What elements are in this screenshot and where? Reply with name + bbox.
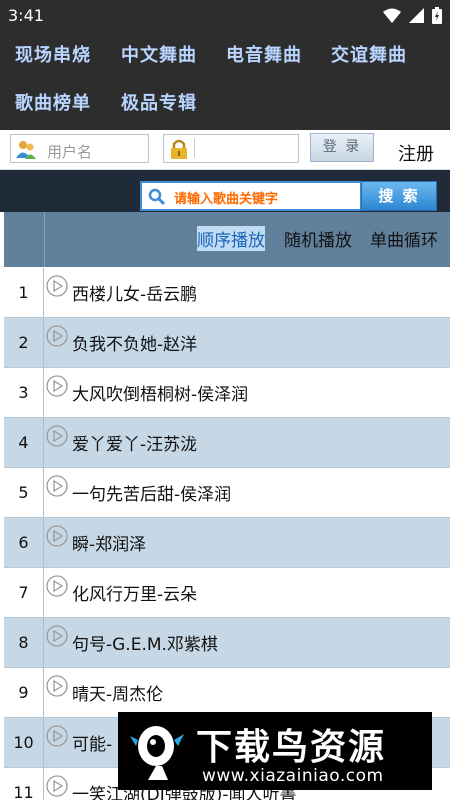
watermark: 下载鸟资源 www.xiazainiao.com xyxy=(118,712,432,790)
password-divider xyxy=(194,138,195,158)
song-row[interactable]: 5 一句先苦后甜-侯泽润 xyxy=(4,468,450,518)
play-icon[interactable] xyxy=(46,425,68,447)
song-title[interactable]: 一句先苦后甜-侯泽润 xyxy=(72,480,231,505)
category-nav: 现场串烧 中文舞曲 电音舞曲 交谊舞曲 歌曲榜单 极品专辑 xyxy=(0,32,450,130)
song-number: 7 xyxy=(4,568,44,618)
play-icon[interactable] xyxy=(46,375,68,397)
row-divider xyxy=(4,367,450,368)
row-divider xyxy=(4,467,450,468)
username-field[interactable]: 用户名 xyxy=(10,134,149,163)
song-title[interactable]: 爱丫爱丫-汪苏泷 xyxy=(72,430,197,455)
wifi-icon xyxy=(383,8,401,23)
login-button[interactable]: 登 录 xyxy=(310,133,374,162)
nav-item-edm-dance[interactable]: 电音舞曲 xyxy=(226,41,302,67)
song-title[interactable]: 化风行万里-云朵 xyxy=(72,580,197,605)
song-number: 9 xyxy=(4,668,44,718)
play-icon[interactable] xyxy=(46,575,68,597)
song-row[interactable]: 7 化风行万里-云朵 xyxy=(4,568,450,618)
nav-item-top-albums[interactable]: 极品专辑 xyxy=(121,89,197,115)
song-row[interactable]: 4 爱丫爱丫-汪苏泷 xyxy=(4,418,450,468)
row-divider xyxy=(4,417,450,418)
song-row[interactable]: 1 西楼儿女-岳云鹏 xyxy=(4,268,450,318)
signal-icon xyxy=(409,8,424,23)
play-icon[interactable] xyxy=(46,525,68,547)
song-row[interactable]: 2 负我不负她-赵洋 xyxy=(4,318,450,368)
battery-icon xyxy=(432,7,442,24)
song-title[interactable]: 可能- xyxy=(72,730,112,755)
song-title[interactable]: 瞬-郑润泽 xyxy=(72,530,146,555)
mode-sequential[interactable]: 顺序播放 xyxy=(197,226,265,251)
search-button[interactable]: 搜 索 xyxy=(361,181,437,211)
play-icon[interactable] xyxy=(46,725,68,747)
song-number: 5 xyxy=(4,468,44,518)
song-number: 1 xyxy=(4,268,44,318)
play-icon[interactable] xyxy=(46,275,68,297)
row-divider xyxy=(4,517,450,518)
song-row[interactable]: 8 句号-G.E.M.邓紫棋 xyxy=(4,618,450,668)
register-link[interactable]: 注册 xyxy=(398,140,434,166)
nav-item-song-charts[interactable]: 歌曲榜单 xyxy=(15,89,91,115)
song-number: 10 xyxy=(4,718,44,768)
row-divider xyxy=(4,667,450,668)
nav-item-ballroom-dance[interactable]: 交谊舞曲 xyxy=(331,41,407,67)
status-icons xyxy=(383,7,442,24)
mode-repeat-one[interactable]: 单曲循环 xyxy=(370,226,438,251)
song-title[interactable]: 西楼儿女-岳云鹏 xyxy=(72,280,197,305)
song-row[interactable]: 9 晴天-周杰伦 xyxy=(4,668,450,718)
watermark-title: 下载鸟资源 xyxy=(196,727,387,768)
song-title[interactable]: 晴天-周杰伦 xyxy=(72,680,163,705)
song-number: 2 xyxy=(4,318,44,368)
row-divider xyxy=(4,567,450,568)
song-title[interactable]: 负我不负她-赵洋 xyxy=(72,330,197,355)
search-icon xyxy=(148,188,166,206)
username-placeholder: 用户名 xyxy=(47,143,93,161)
play-icon[interactable] xyxy=(46,325,68,347)
users-icon xyxy=(16,141,36,159)
search-input[interactable]: 请输入歌曲关键字 xyxy=(140,181,362,211)
login-bar: 用户名 登 录 注册 xyxy=(0,130,450,170)
watermark-url: www.xiazainiao.com xyxy=(202,766,384,786)
nav-item-live-mix[interactable]: 现场串烧 xyxy=(15,41,91,67)
password-field[interactable] xyxy=(163,134,299,163)
mode-shuffle[interactable]: 随机播放 xyxy=(284,226,352,251)
song-number: 4 xyxy=(4,418,44,468)
song-number: 6 xyxy=(4,518,44,568)
song-number: 3 xyxy=(4,368,44,418)
header-divider xyxy=(44,212,45,267)
play-icon[interactable] xyxy=(46,775,68,797)
search-placeholder: 请输入歌曲关键字 xyxy=(174,192,279,207)
song-row[interactable]: 3 大风吹倒梧桐树-侯泽润 xyxy=(4,368,450,418)
play-icon[interactable] xyxy=(46,475,68,497)
play-icon[interactable] xyxy=(46,675,68,697)
song-number: 11 xyxy=(4,768,44,800)
bird-logo-icon xyxy=(130,726,184,780)
song-title[interactable]: 句号-G.E.M.邓紫棋 xyxy=(72,630,218,655)
nav-item-chinese-dance[interactable]: 中文舞曲 xyxy=(121,41,197,67)
song-title[interactable]: 大风吹倒梧桐树-侯泽润 xyxy=(72,380,248,405)
row-divider xyxy=(4,617,450,618)
row-divider xyxy=(4,317,450,318)
lock-icon xyxy=(171,139,187,159)
play-icon[interactable] xyxy=(46,625,68,647)
status-bar: 3:41 xyxy=(0,0,450,32)
status-time: 3:41 xyxy=(8,6,44,25)
song-number: 8 xyxy=(4,618,44,668)
song-row[interactable]: 6 瞬-郑润泽 xyxy=(4,518,450,568)
